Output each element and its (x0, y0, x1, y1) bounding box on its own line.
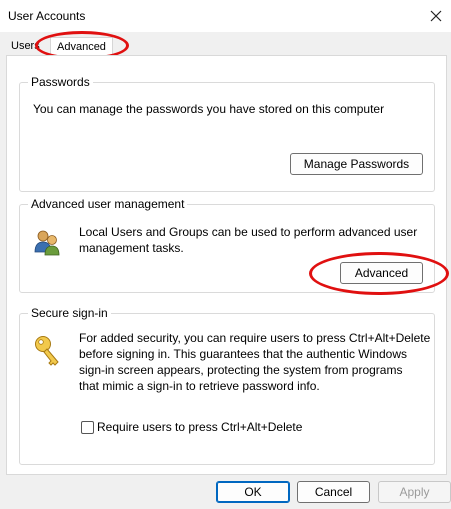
advanced-user-mgmt-desc-line1: Local Users and Groups can be used to pe… (79, 225, 418, 239)
passwords-description: You can manage the passwords you have st… (33, 102, 385, 116)
passwords-group-title: Passwords (28, 75, 93, 89)
advanced-button[interactable]: Advanced (340, 262, 423, 284)
ok-button[interactable]: OK (216, 481, 290, 503)
passwords-group: Passwords You can manage the passwords y… (19, 75, 435, 192)
secure-signin-line1: For added security, you can require user… (79, 331, 431, 345)
close-icon (430, 10, 442, 22)
ctrl-alt-delete-checkbox[interactable] (81, 421, 94, 434)
secure-signin-line2: before signing in. This guarantees that … (79, 347, 407, 361)
window-title: User Accounts (8, 9, 86, 23)
manage-passwords-button[interactable]: Manage Passwords (290, 153, 423, 175)
title-bar: User Accounts (0, 0, 451, 32)
advanced-user-mgmt-title: Advanced user management (28, 197, 188, 211)
tab-panel-advanced: Passwords You can manage the passwords y… (6, 55, 447, 475)
tab-users[interactable]: Users (11, 40, 40, 52)
secure-signin-group: Secure sign-in For added security, you c… (19, 306, 435, 465)
dialog-footer: OK Cancel Apply (0, 474, 451, 509)
user-accounts-window: User Accounts Users Advanced Passwords Y… (0, 0, 451, 509)
advanced-user-mgmt-group: Advanced user management Local Users and… (19, 197, 435, 293)
key-icon (32, 334, 62, 371)
advanced-user-mgmt-desc-line2: management tasks. (79, 241, 184, 255)
secure-signin-line3: sign-in screen appears, protecting the s… (79, 363, 403, 377)
secure-signin-title: Secure sign-in (28, 306, 111, 320)
ctrl-alt-delete-label[interactable]: Require users to press Ctrl+Alt+Delete (97, 419, 302, 435)
cancel-button[interactable]: Cancel (297, 481, 370, 503)
close-button[interactable] (421, 0, 451, 32)
secure-signin-line4: that mimic a sign-in to retrieve passwor… (79, 379, 320, 393)
apply-button[interactable]: Apply (378, 481, 451, 503)
users-group-icon (32, 227, 62, 260)
